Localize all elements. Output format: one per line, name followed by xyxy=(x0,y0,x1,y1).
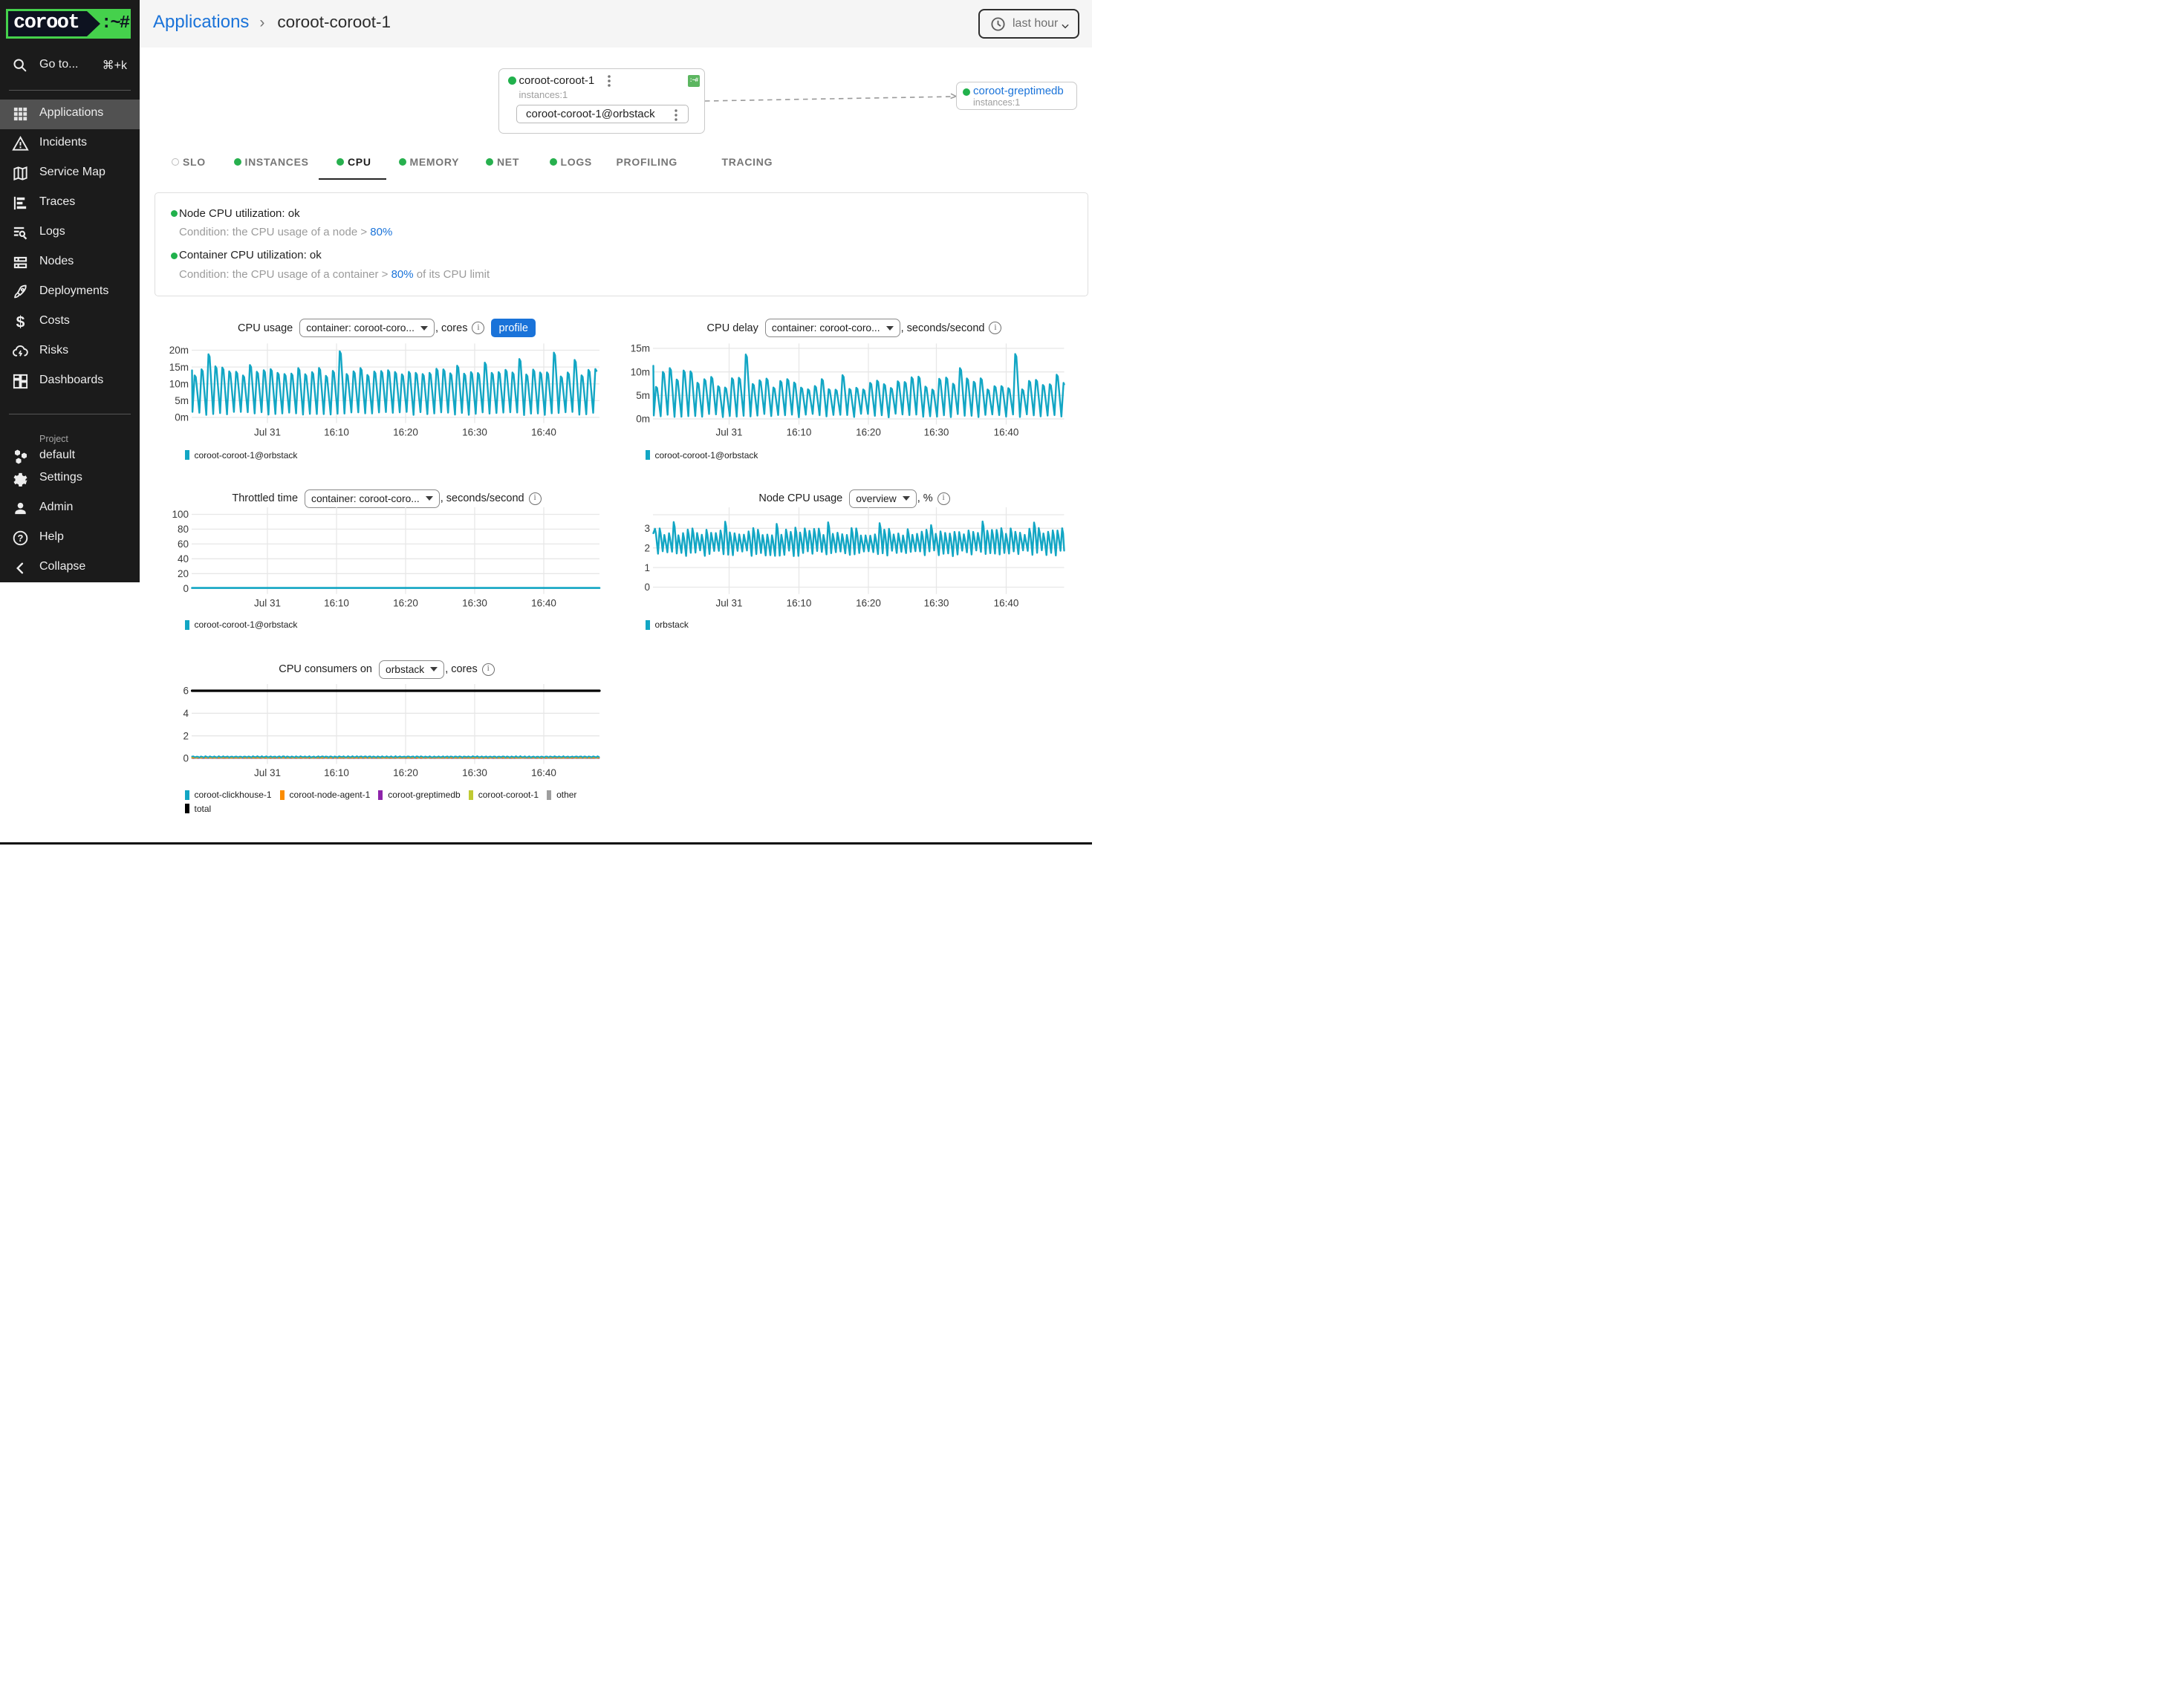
svg-text:Jul 31: Jul 31 xyxy=(715,427,742,438)
svg-text:20m: 20m xyxy=(169,345,189,356)
svg-text:16:40: 16:40 xyxy=(531,767,556,778)
svg-text:$: $ xyxy=(16,314,25,331)
svg-text:16:30: 16:30 xyxy=(923,427,949,438)
svg-text:Jul 31: Jul 31 xyxy=(254,598,281,609)
svg-text:0: 0 xyxy=(183,753,189,764)
svg-text:3: 3 xyxy=(644,523,650,534)
svg-text:16:10: 16:10 xyxy=(324,427,349,438)
svg-text:6: 6 xyxy=(183,686,189,697)
svg-text:0m: 0m xyxy=(175,412,189,423)
svg-text:16:30: 16:30 xyxy=(462,767,487,778)
svg-text:10m: 10m xyxy=(169,379,189,390)
svg-text:10m: 10m xyxy=(630,366,649,377)
svg-text:16:10: 16:10 xyxy=(324,598,349,609)
svg-text:0: 0 xyxy=(183,583,189,594)
svg-text:80: 80 xyxy=(178,524,189,535)
svg-text:5m: 5m xyxy=(175,395,189,406)
svg-text:0: 0 xyxy=(644,582,650,593)
svg-text:2: 2 xyxy=(644,542,650,553)
svg-text:16:20: 16:20 xyxy=(393,427,418,438)
svg-text:4: 4 xyxy=(183,708,189,719)
svg-text:60: 60 xyxy=(178,538,189,550)
svg-text:16:20: 16:20 xyxy=(856,598,881,609)
svg-text:0m: 0m xyxy=(636,414,650,425)
svg-text:16:10: 16:10 xyxy=(324,767,349,778)
svg-text:16:40: 16:40 xyxy=(993,598,1018,609)
svg-text:16:30: 16:30 xyxy=(923,598,949,609)
svg-text:15m: 15m xyxy=(169,362,189,373)
svg-text:5m: 5m xyxy=(636,390,650,401)
svg-text:20: 20 xyxy=(178,568,189,579)
svg-text:16:30: 16:30 xyxy=(462,598,487,609)
svg-text:Jul 31: Jul 31 xyxy=(715,598,742,609)
svg-text:15m: 15m xyxy=(630,343,649,354)
svg-text:Jul 31: Jul 31 xyxy=(254,767,281,778)
svg-text:16:20: 16:20 xyxy=(393,767,418,778)
svg-text:?: ? xyxy=(18,533,24,544)
svg-text:Jul 31: Jul 31 xyxy=(254,427,281,438)
svg-text:16:20: 16:20 xyxy=(856,427,881,438)
svg-text:16:10: 16:10 xyxy=(786,427,811,438)
svg-text:16:40: 16:40 xyxy=(531,427,556,438)
svg-text:16:40: 16:40 xyxy=(531,598,556,609)
svg-text:1: 1 xyxy=(644,562,650,573)
svg-text:100: 100 xyxy=(172,509,189,520)
svg-text:16:30: 16:30 xyxy=(462,427,487,438)
svg-text:16:20: 16:20 xyxy=(393,598,418,609)
svg-text:16:40: 16:40 xyxy=(993,427,1018,438)
svg-text:40: 40 xyxy=(178,553,189,564)
svg-text:2: 2 xyxy=(183,730,189,741)
svg-text:16:10: 16:10 xyxy=(786,598,811,609)
